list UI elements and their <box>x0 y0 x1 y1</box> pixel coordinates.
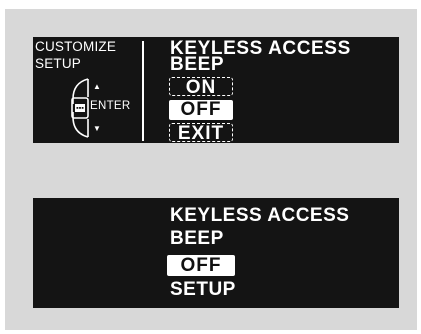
confirm-footer-setup: SETUP <box>170 279 236 300</box>
option-on[interactable]: ON <box>169 77 233 97</box>
enter-knob-control[interactable]: ▲ ENTER ▼ <box>69 77 139 139</box>
up-arrow-icon: ▲ <box>93 82 101 91</box>
confirm-title-line1: KEYLESS ACCESS <box>170 205 350 226</box>
customize-setup-display: CUSTOMIZE SETUP ▲ ENTER ▼ KEYLESS ACCESS… <box>33 37 399 143</box>
side-title-line2: SETUP <box>35 56 82 71</box>
option-off-selected[interactable]: OFF <box>169 100 233 120</box>
confirm-title-line2: BEEP <box>170 228 224 249</box>
menu-title-line2: BEEP <box>170 54 225 75</box>
confirmed-value-badge: OFF <box>167 255 235 276</box>
side-title-line1: CUSTOMIZE <box>35 39 117 54</box>
option-exit[interactable]: EXIT <box>169 123 233 143</box>
confirmation-display: KEYLESS ACCESS BEEP OFF SETUP <box>33 198 399 308</box>
enter-label: ENTER <box>90 100 131 112</box>
customize-setup-title: CUSTOMIZE SETUP <box>35 38 116 72</box>
panel-divider <box>142 41 144 141</box>
down-arrow-icon: ▼ <box>93 124 101 133</box>
